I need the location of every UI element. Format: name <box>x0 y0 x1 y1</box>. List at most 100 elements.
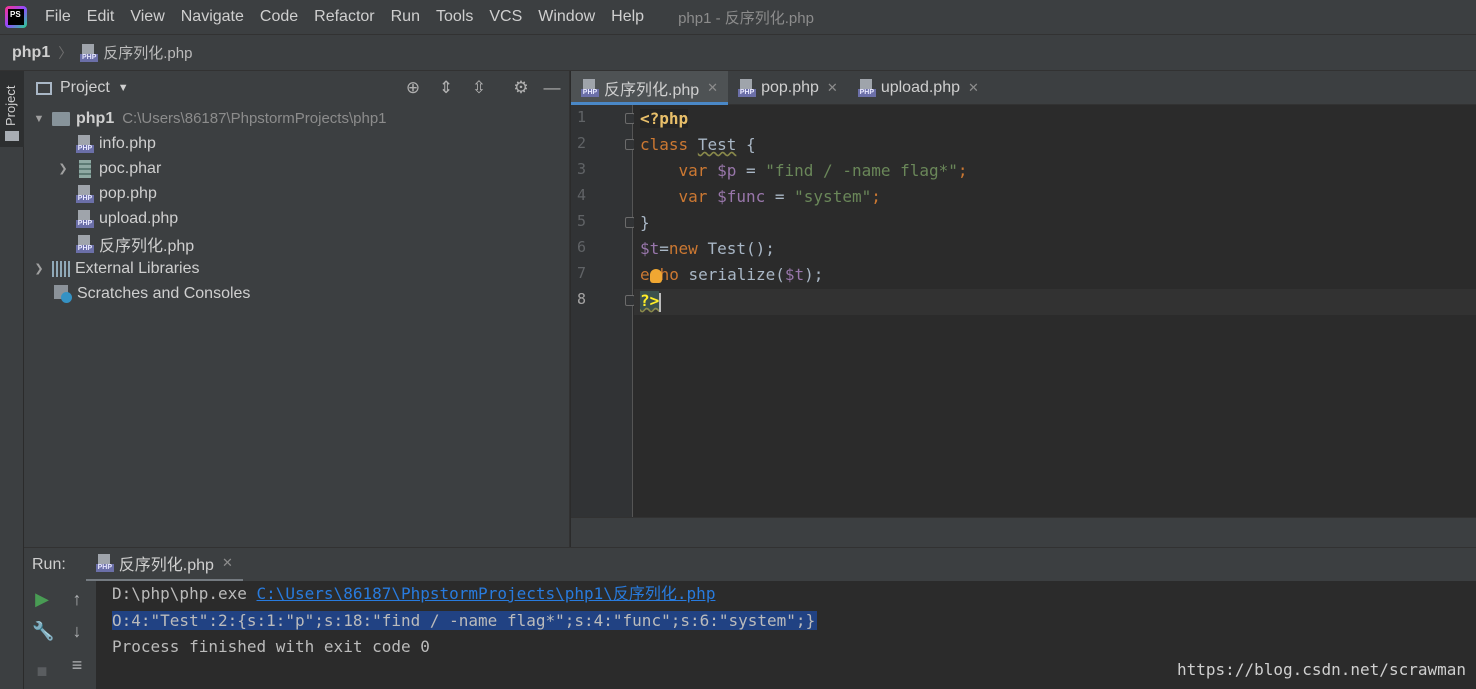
tab-label: pop.php <box>761 79 819 96</box>
chevron-right-icon[interactable]: ❯ <box>56 162 70 175</box>
php-file-icon: PHP <box>80 43 99 62</box>
soft-wrap-icon[interactable]: ≡ <box>67 655 87 675</box>
php-file-icon: PHP <box>581 79 599 97</box>
close-icon[interactable]: ✕ <box>222 555 233 571</box>
line-number: 3 <box>577 160 587 178</box>
phpstorm-logo-icon[interactable]: PS <box>5 6 27 28</box>
tree-item-poc-phar[interactable]: ❯ poc.phar <box>56 156 161 181</box>
php-file-icon: PHP <box>76 184 94 203</box>
collapse-all-icon[interactable]: ⇳ <box>470 79 488 97</box>
menu-file[interactable]: File <box>37 8 79 26</box>
menu-bar: PS File Edit View Navigate Code Refactor… <box>0 0 1476 34</box>
expand-all-icon[interactable]: ⇕ <box>437 79 455 97</box>
library-icon <box>52 260 70 277</box>
hide-icon[interactable]: — <box>543 79 561 97</box>
chevron-right-icon[interactable]: ❯ <box>32 262 46 275</box>
tree-item-label: pop.php <box>99 184 157 202</box>
tree-item-pop-php[interactable]: PHP pop.php <box>76 181 157 206</box>
text-caret <box>659 293 661 312</box>
close-icon[interactable]: ✕ <box>827 80 838 96</box>
chevron-down-icon[interactable]: ▼ <box>32 113 46 125</box>
close-icon[interactable]: ✕ <box>707 80 718 96</box>
line-number: 5 <box>577 212 587 230</box>
code-editor[interactable]: <?php class Test { var $p = "find / -nam… <box>634 105 1476 517</box>
run-console[interactable]: D:\php\php.exe C:\Users\86187\PhpstormPr… <box>96 581 1476 689</box>
tree-root-path: C:\Users\86187\PhpstormProjects\php1 <box>122 110 387 127</box>
breadcrumb-file[interactable]: 反序列化.php <box>103 42 192 63</box>
console-command-line: D:\php\php.exe C:\Users\86187\PhpstormPr… <box>112 584 716 603</box>
tree-item-label: info.php <box>99 134 156 152</box>
menu-refactor[interactable]: Refactor <box>306 8 382 26</box>
tab-deserialize-php[interactable]: PHP 反序列化.php ✕ <box>571 71 729 105</box>
menu-run[interactable]: Run <box>383 8 428 26</box>
logo-text: PS <box>8 9 24 25</box>
watermark: https://blog.csdn.net/scrawman <box>1177 660 1466 679</box>
scratches-icon <box>54 284 72 303</box>
project-tool-button[interactable]: Project <box>0 71 24 147</box>
tab-upload-php[interactable]: PHP upload.php ✕ <box>848 71 989 105</box>
tree-item-label: Scratches and Consoles <box>77 284 251 302</box>
tree-item-external-libraries[interactable]: ❯ External Libraries <box>32 256 200 281</box>
tab-label: upload.php <box>880 79 960 96</box>
menu-help[interactable]: Help <box>603 8 652 26</box>
menu-code[interactable]: Code <box>252 8 306 26</box>
console-exit-line: Process finished with exit code 0 <box>112 637 430 656</box>
run-tab-label: 反序列化.php <box>118 557 214 574</box>
editor-tab-bar: PHP 反序列化.php ✕ PHP pop.php ✕ PHP upload.… <box>571 71 1476 105</box>
menu-navigate[interactable]: Navigate <box>173 8 252 26</box>
menu-view[interactable]: View <box>122 8 172 26</box>
tree-item-info-php[interactable]: PHP info.php <box>76 131 156 156</box>
code-line-8: ?> <box>640 291 660 310</box>
run-panel-header: Run: PHP 反序列化.php ✕ <box>24 547 1476 582</box>
tree-item-scratches[interactable]: Scratches and Consoles <box>54 281 250 306</box>
menu-tools[interactable]: Tools <box>428 8 481 26</box>
lightbulb-icon[interactable] <box>650 269 662 283</box>
gear-icon[interactable]: ⚙ <box>512 79 530 97</box>
arrow-down-icon[interactable]: ↓ <box>67 621 87 641</box>
code-line-6: $t=new Test(); <box>640 239 775 258</box>
breadcrumb: php1 〉 PHP 反序列化.php <box>0 34 1476 71</box>
breadcrumb-project[interactable]: php1 <box>12 44 50 62</box>
php-file-icon: PHP <box>76 234 94 253</box>
tab-label: 反序列化.php <box>604 82 700 99</box>
php-file-icon: PHP <box>857 79 876 97</box>
wrench-icon[interactable]: 🔧 <box>32 621 54 641</box>
folder-icon <box>5 131 19 141</box>
run-tab[interactable]: PHP 反序列化.php ✕ <box>85 548 243 582</box>
tree-item-label: poc.phar <box>99 159 162 177</box>
code-line-1: <?php <box>640 109 689 128</box>
line-number-current: 8 <box>577 290 587 308</box>
project-view-icon <box>36 81 52 95</box>
php-file-icon: PHP <box>738 79 757 97</box>
tree-item-label: External Libraries <box>75 259 200 277</box>
line-number: 1 <box>577 108 587 126</box>
archive-icon <box>79 159 91 178</box>
project-panel: Project ▼ ⊕ ⇕ ⇳ ⚙ — ▼ php1 C:\Users\8618… <box>24 71 570 547</box>
arrow-up-icon[interactable]: ↑ <box>67 589 87 609</box>
tree-item-upload-php[interactable]: PHP upload.php <box>76 206 178 231</box>
play-icon[interactable]: ▶ <box>32 589 52 609</box>
project-panel-title[interactable]: Project <box>60 79 110 97</box>
stop-icon[interactable]: ■ <box>32 661 52 681</box>
menu-window[interactable]: Window <box>530 8 603 26</box>
menu-edit[interactable]: Edit <box>79 8 123 26</box>
menu-vcs[interactable]: VCS <box>481 8 530 26</box>
editor-bottom-bar <box>571 517 1476 547</box>
code-line-4: var $func = "system"; <box>678 187 881 206</box>
console-file-link[interactable]: C:\Users\86187\PhpstormProjects\php1\反序列… <box>257 584 716 603</box>
tab-pop-php[interactable]: PHP pop.php ✕ <box>728 71 848 105</box>
console-output-line: O:4:"Test":2:{s:1:"p";s:18:"find / -name… <box>112 611 818 630</box>
chevron-right-icon: 〉 <box>58 44 73 61</box>
editor-gutter[interactable]: 1 2 3 4 5 6 7 8 <box>571 105 635 517</box>
tree-item-label: 反序列化.php <box>99 237 195 255</box>
current-line-highlight <box>634 289 1476 315</box>
code-line-7: e ho serialize($t); <box>640 265 824 284</box>
crosshair-icon[interactable]: ⊕ <box>404 79 422 97</box>
folder-icon <box>52 111 70 126</box>
close-icon[interactable]: ✕ <box>968 80 979 96</box>
php-file-icon: PHP <box>95 554 114 572</box>
tree-item-deserialize-php[interactable]: PHP 反序列化.php <box>76 231 194 256</box>
chevron-down-icon[interactable]: ▼ <box>118 82 129 94</box>
project-tool-label: Project <box>3 85 18 126</box>
tree-root-php1[interactable]: ▼ php1 C:\Users\86187\PhpstormProjects\p… <box>32 106 387 131</box>
